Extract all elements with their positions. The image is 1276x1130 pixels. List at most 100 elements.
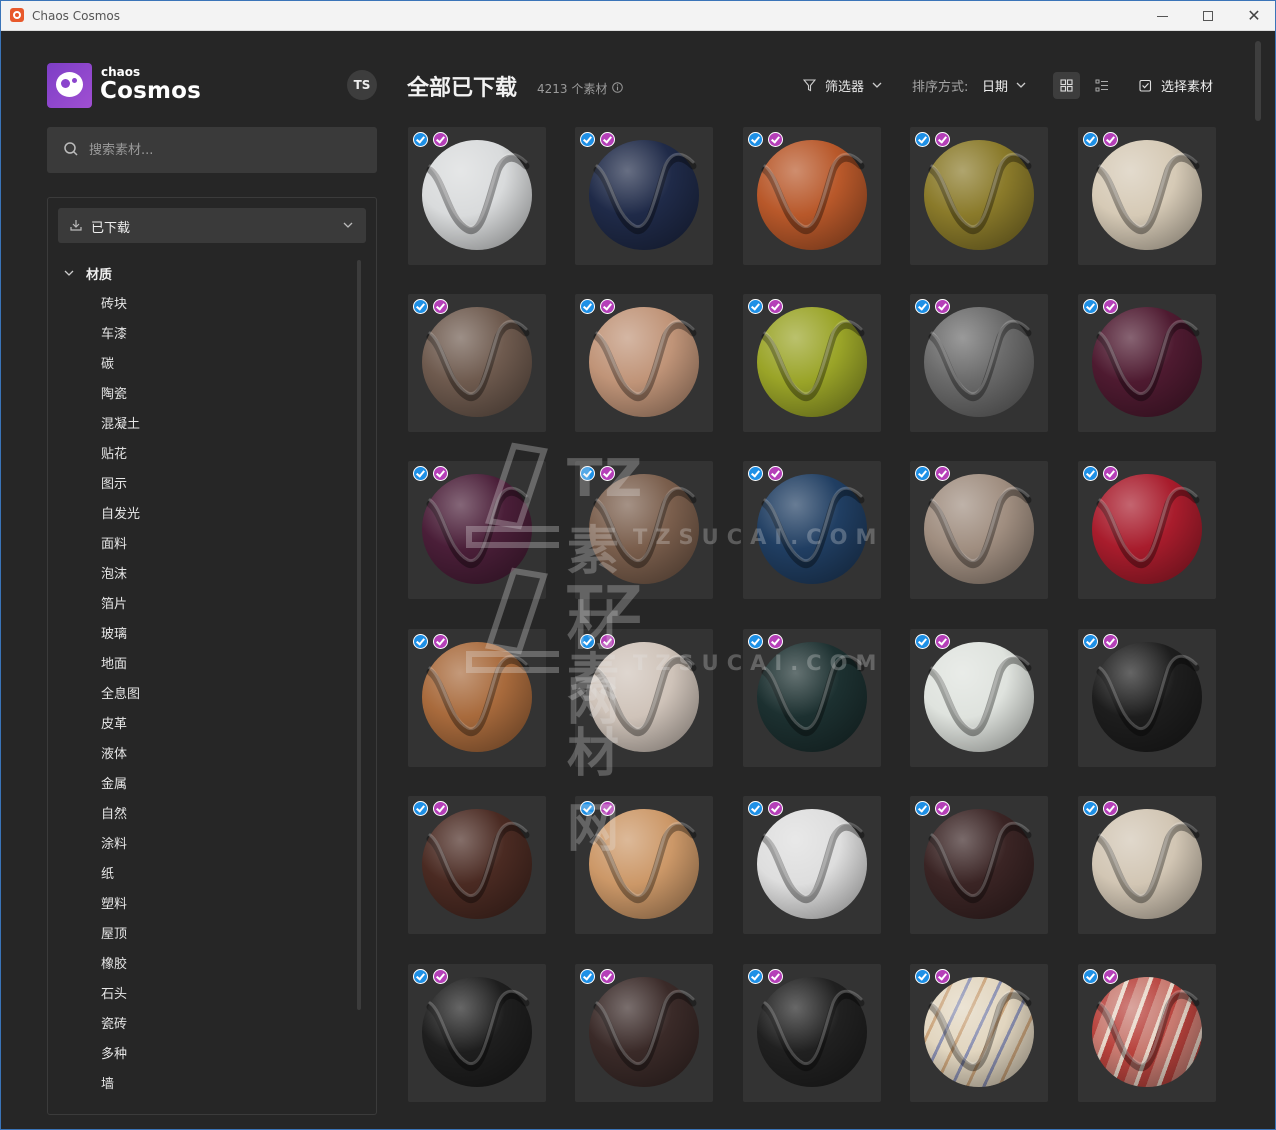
category-item[interactable]: 面料 — [101, 535, 140, 565]
filter-icon — [803, 78, 816, 91]
material-tile[interactable] — [743, 127, 881, 265]
material-tile[interactable] — [910, 294, 1048, 432]
sort-label: 排序方式: — [912, 80, 969, 95]
category-item[interactable]: 陶瓷 — [101, 385, 140, 415]
material-tile[interactable] — [743, 294, 881, 432]
renderer-badge-icon — [768, 132, 783, 147]
maximize-icon — [1203, 11, 1213, 21]
category-group-header[interactable]: 材质 — [64, 264, 113, 283]
material-tile[interactable] — [910, 461, 1048, 599]
material-tile[interactable] — [910, 629, 1048, 767]
material-preview — [589, 809, 699, 919]
material-tile[interactable] — [1078, 461, 1216, 599]
material-tile[interactable] — [575, 629, 713, 767]
category-item[interactable]: 车漆 — [101, 325, 140, 355]
material-preview — [924, 474, 1034, 584]
category-item[interactable]: 液体 — [101, 745, 140, 775]
category-item[interactable]: 玻璃 — [101, 625, 140, 655]
chevron-down-icon — [1016, 82, 1026, 88]
material-tile[interactable] — [575, 127, 713, 265]
category-item[interactable]: 碳 — [101, 355, 140, 385]
renderer-badge-icon — [935, 132, 950, 147]
asset-count: 4213 个素材 — [537, 82, 608, 96]
material-tile[interactable] — [408, 127, 546, 265]
material-tile[interactable] — [743, 796, 881, 934]
category-item[interactable]: 图示 — [101, 475, 140, 505]
category-item[interactable]: 瓷砖 — [101, 1015, 140, 1045]
downloaded-check-icon — [748, 299, 763, 314]
material-tile[interactable] — [408, 461, 546, 599]
grid-view-button[interactable] — [1053, 72, 1080, 99]
category-item[interactable]: 纸 — [101, 865, 140, 895]
user-avatar[interactable]: TS — [347, 70, 377, 100]
material-tile[interactable] — [408, 796, 546, 934]
category-item[interactable]: 涂料 — [101, 835, 140, 865]
sphere-shading — [757, 809, 867, 919]
downloaded-check-icon — [413, 634, 428, 649]
category-list: 砖块 车漆碳陶瓷 混凝土 贴花 图示 自发光 面料 泡沫 箔片 玻璃 地面 全息图 皮革 液体 金属 自然 涂料… — [101, 295, 140, 1105]
sphere-shading — [1092, 642, 1202, 752]
material-tile[interactable] — [575, 964, 713, 1102]
category-item[interactable]: 地面 — [101, 655, 140, 685]
material-tile[interactable] — [910, 127, 1048, 265]
material-tile[interactable] — [910, 964, 1048, 1102]
material-tile[interactable] — [1078, 796, 1216, 934]
renderer-badge-icon — [768, 466, 783, 481]
category-item[interactable]: 屋顶 — [101, 925, 140, 955]
material-tile[interactable] — [575, 796, 713, 934]
material-tile[interactable] — [408, 964, 546, 1102]
search-input[interactable] — [89, 127, 359, 173]
sort-dropdown[interactable]: 日期 — [982, 76, 1026, 95]
renderer-badge-icon — [935, 299, 950, 314]
material-tile[interactable] — [910, 796, 1048, 934]
material-tile[interactable] — [1078, 127, 1216, 265]
list-icon — [1095, 79, 1108, 92]
category-item[interactable]: 多种 — [101, 1045, 140, 1075]
sphere-shading — [422, 809, 532, 919]
category-item[interactable]: 墙 — [101, 1075, 140, 1105]
material-tile[interactable] — [575, 294, 713, 432]
category-item[interactable]: 箔片 — [101, 595, 140, 625]
list-view-button[interactable] — [1088, 72, 1115, 99]
info-icon[interactable] — [612, 82, 623, 93]
category-item[interactable]: 自发光 — [101, 505, 140, 535]
category-item[interactable]: 混凝土 — [101, 415, 140, 445]
downloaded-check-icon — [1083, 299, 1098, 314]
material-tile[interactable] — [743, 629, 881, 767]
sphere-shading — [422, 474, 532, 584]
source-dropdown[interactable]: 已下载 — [58, 208, 366, 243]
material-tile[interactable] — [1078, 629, 1216, 767]
minimize-button[interactable] — [1139, 1, 1185, 31]
material-tile[interactable] — [1078, 294, 1216, 432]
category-item[interactable]: 皮革 — [101, 715, 140, 745]
category-item[interactable]: 贴花 — [101, 445, 140, 475]
material-tile[interactable] — [1078, 964, 1216, 1102]
material-tile[interactable] — [575, 461, 713, 599]
category-item[interactable]: 全息图 — [101, 685, 140, 715]
downloaded-check-icon — [1083, 969, 1098, 984]
category-item[interactable]: 塑料 — [101, 895, 140, 925]
material-tile[interactable] — [743, 461, 881, 599]
main-scrollbar[interactable] — [1255, 41, 1261, 121]
material-tile[interactable] — [408, 294, 546, 432]
source-dropdown-label: 已下载 — [91, 221, 131, 236]
search-box[interactable] — [47, 127, 377, 173]
select-assets-button[interactable]: 选择素材 — [1139, 76, 1213, 95]
category-item[interactable]: 自然 — [101, 805, 140, 835]
category-scrollbar[interactable] — [357, 260, 361, 1010]
category-group-title: 材质 — [86, 267, 113, 283]
category-item[interactable]: 泡沫 — [101, 565, 140, 595]
category-item[interactable]: 砖块 — [101, 295, 140, 325]
material-tile[interactable] — [408, 629, 546, 767]
maximize-button[interactable] — [1185, 1, 1231, 31]
close-button[interactable]: ✕ — [1231, 1, 1275, 31]
material-preview — [1092, 809, 1202, 919]
filter-button[interactable]: 筛选器 — [803, 76, 891, 95]
downloaded-check-icon — [1083, 801, 1098, 816]
category-item[interactable]: 金属 — [101, 775, 140, 805]
material-tile[interactable] — [743, 964, 881, 1102]
category-item[interactable]: 石头 — [101, 985, 140, 1015]
renderer-badge-icon — [600, 969, 615, 984]
material-preview — [757, 809, 867, 919]
category-item[interactable]: 橡胶 — [101, 955, 140, 985]
